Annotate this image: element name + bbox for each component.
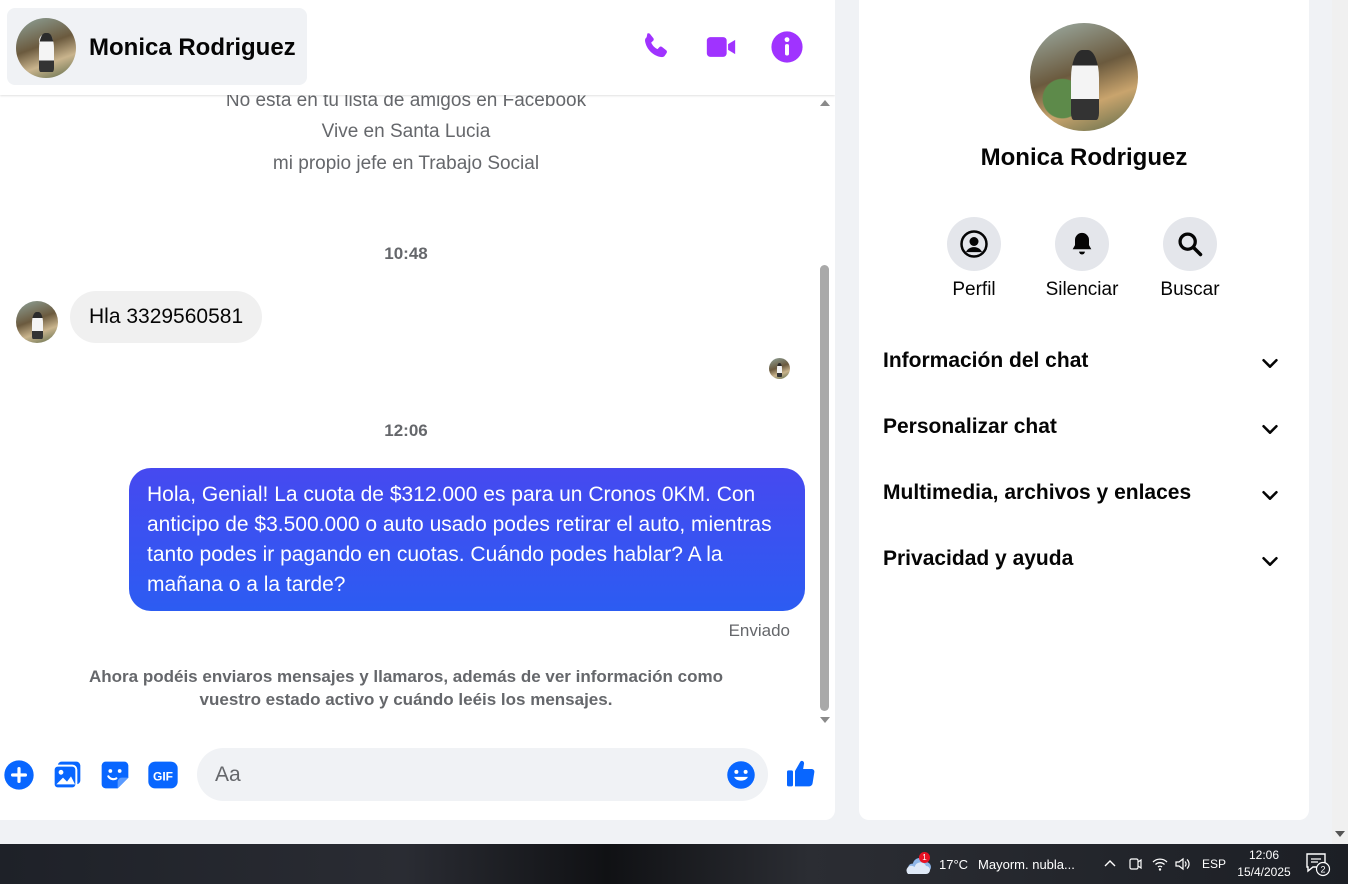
- section-chat-info[interactable]: Información del chat: [873, 334, 1295, 390]
- section-title: Privacidad y ayuda: [883, 547, 1074, 570]
- friend-status-text: No esta en tu lista de amigos en Faceboo…: [225, 95, 587, 111]
- gif-icon[interactable]: GIF: [147, 759, 179, 791]
- notification-count: 2: [1320, 865, 1325, 875]
- contact-name: Monica Rodriguez: [89, 34, 296, 61]
- search-button-circle: [1163, 217, 1217, 271]
- clock-date: 15/4/2025: [1237, 865, 1291, 879]
- taskbar: 17°C Mayorm. nubla... ESP 12:06 15/4/202…: [0, 844, 1348, 884]
- notifications-icon[interactable]: 2: [1304, 844, 1332, 884]
- incoming-message-bubble[interactable]: Hla 3329560581: [70, 291, 263, 343]
- weather-text: Mayorm. nubla...: [978, 856, 1075, 872]
- sender-avatar[interactable]: [16, 301, 58, 343]
- scroll-down-arrow[interactable]: [820, 717, 830, 723]
- message-list[interactable]: No esta en tu lista de amigos en Faceboo…: [0, 95, 818, 732]
- mute-button-circle: [1055, 217, 1109, 271]
- weather-widget[interactable]: 17°C Mayorm. nubla...: [904, 844, 1075, 884]
- work-text: mi propio jefe en Trabajo Social: [272, 153, 540, 174]
- section-title: Personalizar chat: [883, 415, 1057, 438]
- read-receipt-avatar: [769, 358, 790, 379]
- timestamp-separator: 10:48: [384, 244, 428, 263]
- clock-time: 12:06: [1248, 848, 1280, 862]
- section-title: Información del chat: [883, 349, 1089, 372]
- meet-now-icon[interactable]: [1127, 844, 1143, 884]
- profile-button[interactable]: Perfil: [929, 217, 1019, 301]
- contact-chip[interactable]: Monica Rodriguez: [7, 8, 307, 85]
- timestamp-separator: 12:06: [384, 421, 428, 440]
- section-privacy-help[interactable]: Privacidad y ayuda: [873, 532, 1295, 588]
- mute-button[interactable]: Silenciar: [1037, 217, 1127, 301]
- weather-alert-badge: 1: [919, 852, 930, 863]
- chat-panel: Monica Rodriguez No esta en tu lista de …: [0, 0, 835, 820]
- search-icon: [1178, 232, 1203, 257]
- plus-icon[interactable]: [3, 759, 35, 791]
- chevron-down-icon: [1262, 358, 1278, 368]
- mute-button-label: Silenciar: [1045, 279, 1119, 300]
- chevron-down-icon: [1262, 424, 1278, 434]
- thumbs-up-icon[interactable]: [785, 757, 819, 791]
- chevron-down-icon: [1262, 490, 1278, 500]
- video-camera-icon[interactable]: [704, 30, 738, 64]
- wifi-icon[interactable]: [1152, 844, 1168, 884]
- profile-button-circle: [947, 217, 1001, 271]
- section-media-files-links[interactable]: Multimedia, archivos y enlaces: [873, 466, 1295, 522]
- sent-status: Enviado: [728, 621, 790, 640]
- language-indicator[interactable]: ESP: [1202, 844, 1226, 884]
- temperature: 17°C: [939, 856, 969, 872]
- gif-label: GIF: [153, 769, 173, 783]
- clock[interactable]: 12:06 15/4/2025: [1234, 844, 1294, 884]
- scroll-up-arrow[interactable]: [820, 100, 830, 106]
- outgoing-message-bubble[interactable]: Hola, Genial! La cuota de $312.000 es pa…: [129, 468, 805, 611]
- section-title: Multimedia, archivos y enlaces: [883, 481, 1192, 504]
- lives-in-text: Vive en Santa Lucia: [321, 121, 491, 142]
- chat-header: Monica Rodriguez: [0, 0, 835, 95]
- volume-icon[interactable]: [1174, 844, 1190, 884]
- profile-button-label: Perfil: [952, 279, 996, 300]
- page-scrollbar[interactable]: [1332, 0, 1348, 844]
- profile-icon: [960, 230, 988, 258]
- emoji-icon[interactable]: [726, 760, 756, 790]
- chat-info-panel: Monica Rodriguez Perfil Silenciar Buscar…: [859, 0, 1309, 820]
- profile-avatar[interactable]: [1030, 23, 1138, 131]
- search-button-label: Buscar: [1160, 279, 1220, 300]
- photo-icon[interactable]: [51, 759, 83, 791]
- info-icon[interactable]: [770, 30, 804, 64]
- connection-notice: Ahora podéis enviaros mensajes y llamaro…: [89, 667, 723, 709]
- phone-icon[interactable]: [638, 30, 672, 64]
- chevron-down-icon: [1262, 556, 1278, 566]
- page-scroll-down-arrow[interactable]: [1335, 831, 1345, 837]
- sticker-icon[interactable]: [99, 759, 131, 791]
- search-button[interactable]: Buscar: [1145, 217, 1235, 301]
- section-customize-chat[interactable]: Personalizar chat: [873, 400, 1295, 456]
- composer: GIF: [0, 735, 835, 820]
- contact-avatar: [16, 18, 76, 78]
- show-hidden-icons-chevron-icon[interactable]: [1102, 844, 1118, 884]
- message-input[interactable]: [197, 748, 768, 801]
- bell-icon: [1072, 232, 1092, 255]
- scroll-thumb[interactable]: [820, 265, 829, 711]
- message-scrollbar[interactable]: [818, 95, 832, 732]
- profile-name: Monica Rodriguez: [980, 144, 1188, 171]
